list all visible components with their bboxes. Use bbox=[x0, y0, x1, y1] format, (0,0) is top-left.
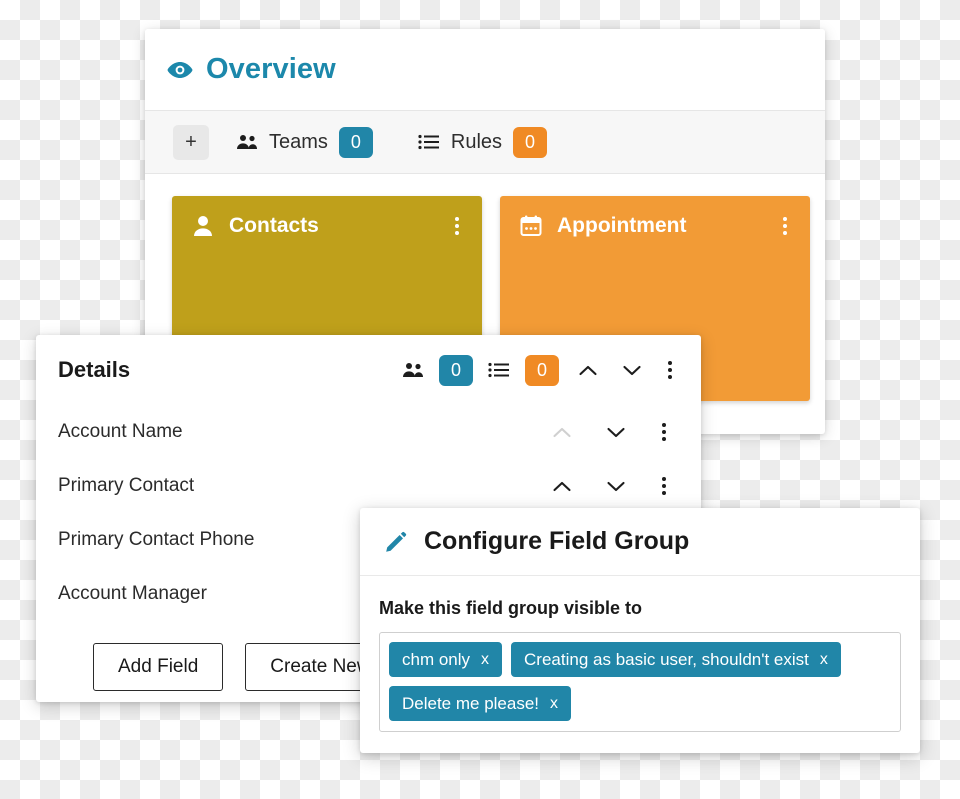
tag-label: Delete me please! bbox=[402, 693, 540, 713]
add-field-button[interactable]: Add Field bbox=[93, 643, 224, 691]
list-icon bbox=[417, 131, 441, 153]
kebab-icon[interactable] bbox=[776, 217, 794, 235]
configure-title: Configure Field Group bbox=[424, 527, 690, 555]
tag-chip[interactable]: Creating as basic user, shouldn't exist … bbox=[511, 642, 841, 677]
configure-body: Make this field group visible to chm onl… bbox=[360, 576, 920, 732]
teams-count-badge: 0 bbox=[338, 126, 373, 158]
calendar-icon bbox=[519, 214, 543, 238]
tag-chip[interactable]: chm only x bbox=[389, 642, 503, 677]
field-row[interactable]: Account Name bbox=[36, 405, 701, 459]
chevron-down-icon[interactable] bbox=[617, 365, 647, 376]
visible-to-label: Make this field group visible to bbox=[379, 598, 643, 618]
toolbar-item-teams[interactable]: Teams 0 bbox=[235, 126, 373, 158]
tag-chip[interactable]: Delete me please! x bbox=[389, 686, 572, 721]
people-icon bbox=[235, 131, 259, 153]
people-icon[interactable] bbox=[401, 359, 425, 381]
field-row-controls bbox=[547, 477, 679, 495]
toolbar-item-rules[interactable]: Rules 0 bbox=[417, 126, 548, 158]
person-icon bbox=[191, 214, 215, 238]
details-header-controls: 0 0 bbox=[401, 354, 679, 386]
details-teams-count-badge: 0 bbox=[439, 354, 473, 386]
field-label: Primary Contact bbox=[58, 475, 195, 496]
chevron-down-icon[interactable] bbox=[601, 481, 631, 492]
card-header-contacts: Contacts bbox=[172, 196, 482, 238]
card-title-appointment: Appointment bbox=[557, 214, 687, 237]
configure-header: Configure Field Group bbox=[360, 508, 920, 576]
rules-count-badge: 0 bbox=[513, 126, 548, 158]
chevron-up-icon[interactable] bbox=[547, 481, 577, 492]
page-title: Overview bbox=[206, 53, 336, 85]
pencil-icon bbox=[383, 529, 409, 555]
toolbar-label-teams: Teams bbox=[269, 130, 328, 153]
plus-icon: + bbox=[185, 131, 197, 153]
toolbar-label-rules: Rules bbox=[450, 130, 503, 153]
list-icon[interactable] bbox=[487, 359, 511, 381]
configure-field-group-panel: Configure Field Group Make this field gr… bbox=[360, 508, 920, 753]
visible-to-tag-input[interactable]: chm only x Creating as basic user, shoul… bbox=[379, 632, 901, 732]
tag-label: chm only bbox=[402, 649, 471, 669]
details-title: Details bbox=[58, 357, 131, 382]
card-title-contacts: Contacts bbox=[229, 214, 319, 237]
tag-label: Creating as basic user, shouldn't exist bbox=[524, 649, 809, 669]
tag-remove-icon[interactable]: x bbox=[481, 651, 489, 669]
card-header-appointment: Appointment bbox=[500, 196, 810, 238]
chevron-up-icon[interactable] bbox=[573, 365, 603, 376]
overview-toolbar: + Teams 0 Rules 0 bbox=[145, 110, 825, 174]
field-row-controls bbox=[547, 423, 679, 441]
tag-remove-icon[interactable]: x bbox=[820, 651, 828, 669]
overview-header: Overview bbox=[145, 29, 825, 110]
tag-remove-icon[interactable]: x bbox=[550, 695, 558, 713]
kebab-icon[interactable] bbox=[448, 217, 466, 235]
field-row[interactable]: Primary Contact bbox=[36, 459, 701, 513]
add-widget-button[interactable]: + bbox=[173, 124, 209, 160]
kebab-icon[interactable] bbox=[655, 477, 673, 495]
chevron-up-icon bbox=[547, 427, 577, 438]
chevron-down-icon[interactable] bbox=[601, 427, 631, 438]
field-label: Account Name bbox=[58, 421, 183, 442]
kebab-icon[interactable] bbox=[661, 361, 679, 379]
details-header: Details 0 0 bbox=[36, 335, 701, 405]
details-rules-count-badge: 0 bbox=[525, 354, 559, 386]
eye-icon bbox=[166, 56, 194, 84]
kebab-icon[interactable] bbox=[655, 423, 673, 441]
